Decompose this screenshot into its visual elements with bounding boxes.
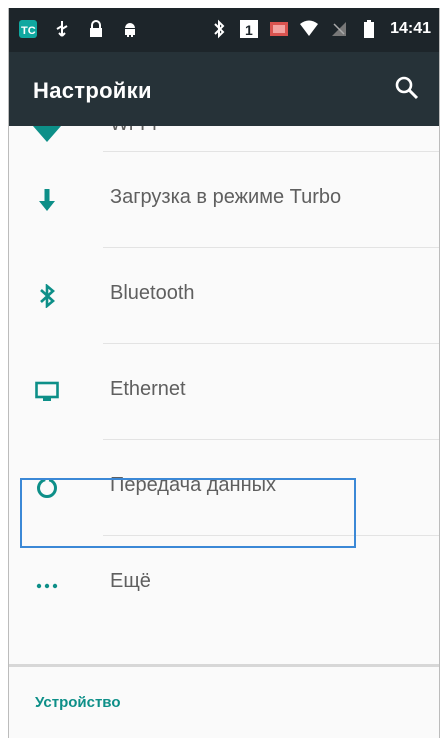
tc-app-icon: TC	[17, 18, 39, 40]
section-divider	[9, 664, 439, 667]
no-sim-icon	[328, 18, 350, 40]
selection-highlight	[20, 478, 356, 548]
monitor-icon	[35, 381, 59, 401]
bluetooth-icon	[40, 284, 55, 308]
search-icon[interactable]	[393, 74, 421, 102]
settings-item-label: Ethernet	[110, 378, 186, 400]
section-title-device: Устройство	[35, 694, 121, 711]
settings-item-turbo[interactable]: Загрузка в режиме Turbo	[9, 152, 439, 248]
settings-item-label: Wi-Fi	[110, 126, 157, 136]
settings-item-bluetooth[interactable]: Bluetooth	[9, 248, 439, 344]
settings-item-label: Bluetooth	[110, 282, 195, 304]
phone-screen: TC 1 14:41 Настройки Загрузка в режиме T…	[8, 8, 440, 738]
status-time: 14:41	[390, 20, 431, 37]
settings-list: Wi-Fi Загрузка в режиме Turbo Bluetooth …	[9, 126, 439, 738]
wifi-icon	[298, 18, 320, 40]
status-right-icons: 1 14:41	[208, 18, 431, 40]
battery-saver-icon	[268, 18, 290, 40]
settings-item-label: Загрузка в режиме Turbo	[110, 186, 342, 208]
settings-item-wifi-partial[interactable]: Wi-Fi	[9, 126, 439, 152]
status-bar: TC 1 14:41	[9, 8, 439, 52]
svg-text:1: 1	[245, 22, 253, 38]
battery-icon	[358, 18, 380, 40]
android-icon	[119, 18, 141, 40]
wifi-icon	[33, 126, 61, 142]
settings-item-label: Ещё	[110, 570, 151, 592]
more-dots-icon	[36, 583, 58, 589]
app-toolbar: Настройки	[9, 52, 439, 126]
settings-item-ethernet[interactable]: Ethernet	[9, 344, 439, 440]
download-arrow-icon	[39, 189, 55, 211]
screen-frame: TC 1 14:41 Настройки Загрузка в режиме T…	[0, 0, 446, 738]
page-title: Настройки	[33, 78, 152, 103]
bluetooth-icon	[208, 18, 230, 40]
sim-1-icon: 1	[238, 18, 260, 40]
status-left-icons: TC	[17, 18, 141, 40]
usb-icon	[51, 18, 73, 40]
lock-icon	[85, 18, 107, 40]
svg-text:TC: TC	[21, 25, 36, 37]
settings-item-more[interactable]: Ещё	[9, 536, 439, 632]
